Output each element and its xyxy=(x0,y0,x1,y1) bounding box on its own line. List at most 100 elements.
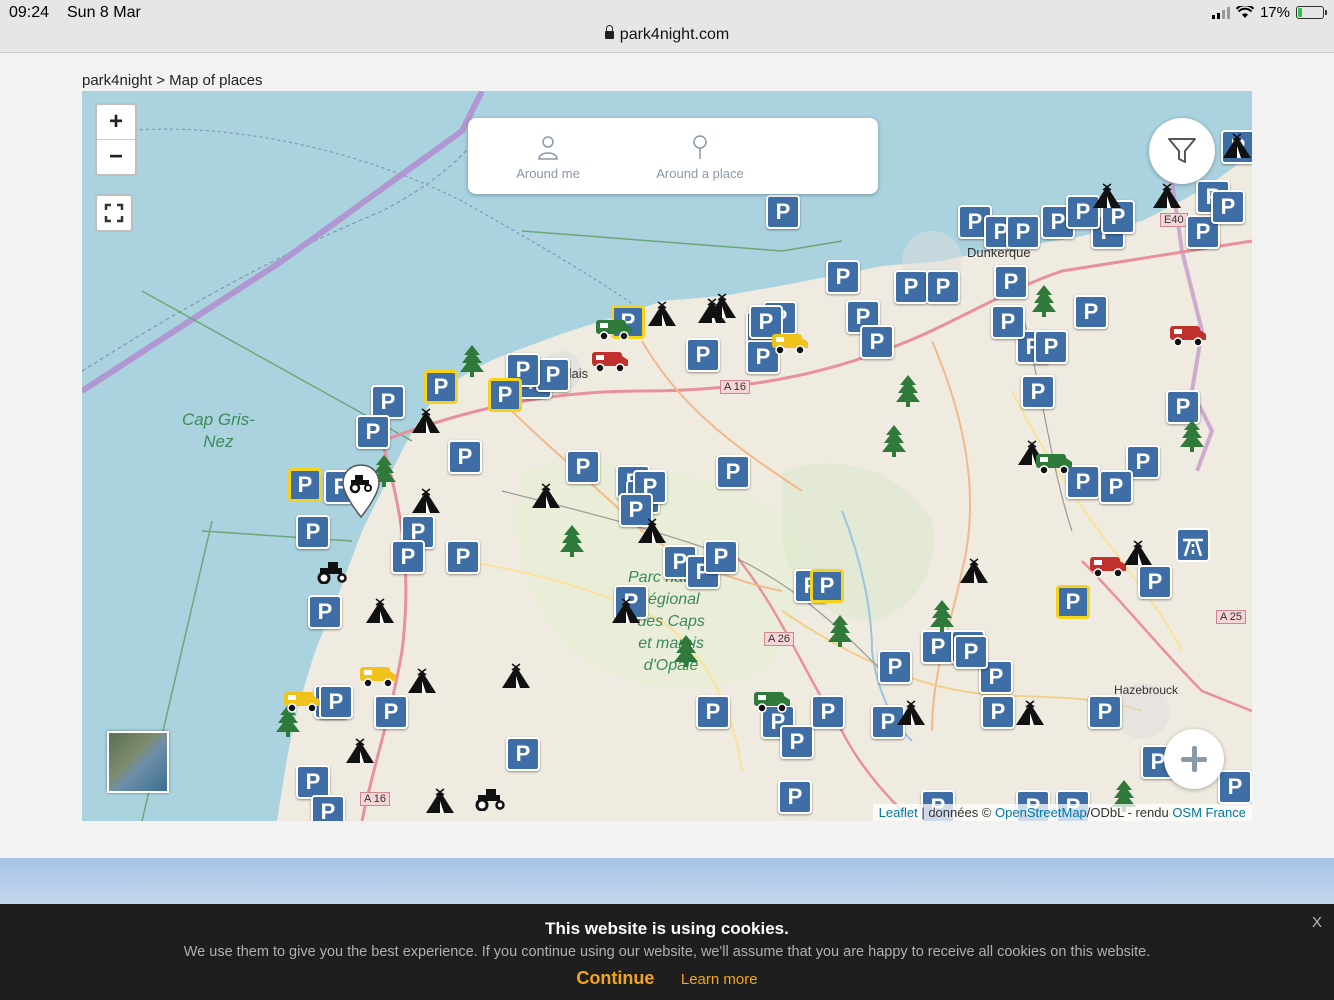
osm-france-link[interactable]: OSM France xyxy=(1172,805,1246,820)
campervan-icon[interactable] xyxy=(590,348,630,374)
camping-tent-icon[interactable] xyxy=(646,300,678,328)
camping-tent-icon[interactable] xyxy=(364,597,396,625)
parking-marker[interactable]: P xyxy=(448,440,482,474)
osm-link[interactable]: OpenStreetMap xyxy=(995,805,1087,820)
paid-parking-marker[interactable]: P xyxy=(424,370,458,404)
parking-marker[interactable]: P xyxy=(1138,565,1172,599)
nature-tree-icon[interactable] xyxy=(1179,419,1205,453)
parking-marker[interactable]: P xyxy=(826,260,860,294)
camping-tent-icon[interactable] xyxy=(636,517,668,545)
paid-parking-marker[interactable]: P xyxy=(288,468,322,502)
selected-location-pin[interactable] xyxy=(341,463,381,519)
camping-tent-icon[interactable] xyxy=(500,662,532,690)
parking-marker[interactable]: P xyxy=(981,695,1015,729)
parking-marker[interactable]: P xyxy=(1021,375,1055,409)
parking-marker[interactable]: P xyxy=(319,685,353,719)
parking-marker[interactable]: P xyxy=(1034,330,1068,364)
map-view[interactable]: Cap Gris-Nez Parc naturelrégionaldes Cap… xyxy=(82,91,1252,821)
fullscreen-button[interactable] xyxy=(95,194,133,232)
camping-tent-icon[interactable] xyxy=(895,699,927,727)
nature-tree-icon[interactable] xyxy=(459,344,485,378)
parking-marker[interactable]: P xyxy=(894,270,928,304)
paid-parking-marker[interactable]: P xyxy=(1056,585,1090,619)
parking-marker[interactable]: P xyxy=(780,725,814,759)
camping-tent-icon[interactable] xyxy=(958,557,990,585)
parking-marker[interactable]: P xyxy=(356,415,390,449)
camping-tent-icon[interactable] xyxy=(1151,182,1183,210)
breadcrumb[interactable]: park4night > Map of places xyxy=(82,72,263,89)
paid-parking-marker[interactable]: P xyxy=(810,569,844,603)
campervan-icon[interactable] xyxy=(282,688,322,714)
filter-button[interactable] xyxy=(1149,118,1215,184)
around-me-button[interactable]: Around me xyxy=(508,134,588,181)
camping-tent-icon[interactable] xyxy=(424,787,456,815)
cookie-close-button[interactable]: X xyxy=(1312,914,1322,931)
farm-tractor-icon[interactable] xyxy=(314,558,350,584)
campervan-icon[interactable] xyxy=(770,330,810,356)
camping-tent-icon[interactable] xyxy=(530,482,562,510)
cookie-continue-button[interactable]: Continue xyxy=(576,968,654,988)
nature-tree-icon[interactable] xyxy=(895,374,921,408)
campervan-icon[interactable] xyxy=(594,316,634,342)
parking-marker[interactable]: P xyxy=(994,265,1028,299)
camping-tent-icon[interactable] xyxy=(410,487,442,515)
camping-tent-icon[interactable] xyxy=(410,407,442,435)
parking-marker[interactable]: P xyxy=(371,385,405,419)
parking-marker[interactable]: P xyxy=(296,515,330,549)
parking-marker[interactable]: P xyxy=(1099,470,1133,504)
parking-marker[interactable]: P xyxy=(446,540,480,574)
zoom-in-button[interactable]: + xyxy=(97,105,135,139)
parking-marker[interactable]: P xyxy=(921,630,955,664)
camping-tent-icon[interactable] xyxy=(1221,132,1252,160)
nature-tree-icon[interactable] xyxy=(673,634,699,668)
campervan-icon[interactable] xyxy=(1034,450,1074,476)
parking-marker[interactable]: P xyxy=(696,695,730,729)
leaflet-link[interactable]: Leaflet xyxy=(879,805,918,820)
parking-marker[interactable]: P xyxy=(704,540,738,574)
parking-marker[interactable]: P xyxy=(391,540,425,574)
nature-tree-icon[interactable] xyxy=(929,599,955,633)
nature-tree-icon[interactable] xyxy=(1031,284,1057,318)
camping-tent-icon[interactable] xyxy=(344,737,376,765)
parking-marker[interactable]: P xyxy=(1211,190,1245,224)
parking-marker[interactable]: P xyxy=(766,195,800,229)
campervan-icon[interactable] xyxy=(1088,553,1128,579)
parking-marker[interactable]: P xyxy=(926,270,960,304)
parking-marker[interactable]: P xyxy=(778,780,812,814)
parking-marker[interactable]: P xyxy=(566,450,600,484)
parking-marker[interactable]: P xyxy=(686,338,720,372)
around-place-button[interactable]: Around a place xyxy=(648,134,752,181)
motorway-area-marker[interactable] xyxy=(1176,528,1210,562)
add-place-button[interactable] xyxy=(1164,729,1224,789)
camping-tent-icon[interactable] xyxy=(406,667,438,695)
camping-tent-icon[interactable] xyxy=(610,597,642,625)
camping-tent-icon[interactable] xyxy=(1091,182,1123,210)
camping-tent-icon[interactable] xyxy=(706,292,738,320)
parking-marker[interactable]: P xyxy=(506,737,540,771)
camping-tent-icon[interactable] xyxy=(1014,699,1046,727)
address-bar[interactable]: park4night.com xyxy=(0,25,1334,44)
parking-marker[interactable]: P xyxy=(374,695,408,729)
zoom-out-button[interactable]: − xyxy=(97,139,135,174)
parking-marker[interactable]: P xyxy=(1074,295,1108,329)
farm-tractor-icon[interactable] xyxy=(472,785,508,811)
nature-tree-icon[interactable] xyxy=(881,424,907,458)
parking-marker[interactable]: P xyxy=(1088,695,1122,729)
parking-marker[interactable]: P xyxy=(1218,770,1252,804)
parking-marker[interactable]: P xyxy=(308,595,342,629)
campervan-icon[interactable] xyxy=(358,663,398,689)
campervan-icon[interactable] xyxy=(752,688,792,714)
parking-marker[interactable]: P xyxy=(811,695,845,729)
parking-marker[interactable]: P xyxy=(1006,215,1040,249)
satellite-layer-toggle[interactable] xyxy=(107,731,169,793)
parking-marker[interactable]: P xyxy=(311,795,345,821)
nature-tree-icon[interactable] xyxy=(559,524,585,558)
campervan-icon[interactable] xyxy=(1168,322,1208,348)
parking-marker[interactable]: P xyxy=(716,455,750,489)
parking-marker[interactable]: P xyxy=(296,765,330,799)
parking-marker[interactable]: P xyxy=(991,305,1025,339)
parking-marker[interactable]: P xyxy=(954,635,988,669)
paid-parking-marker[interactable]: P xyxy=(488,378,522,412)
parking-marker[interactable]: P xyxy=(536,358,570,392)
cookie-learn-more-link[interactable]: Learn more xyxy=(681,971,758,988)
